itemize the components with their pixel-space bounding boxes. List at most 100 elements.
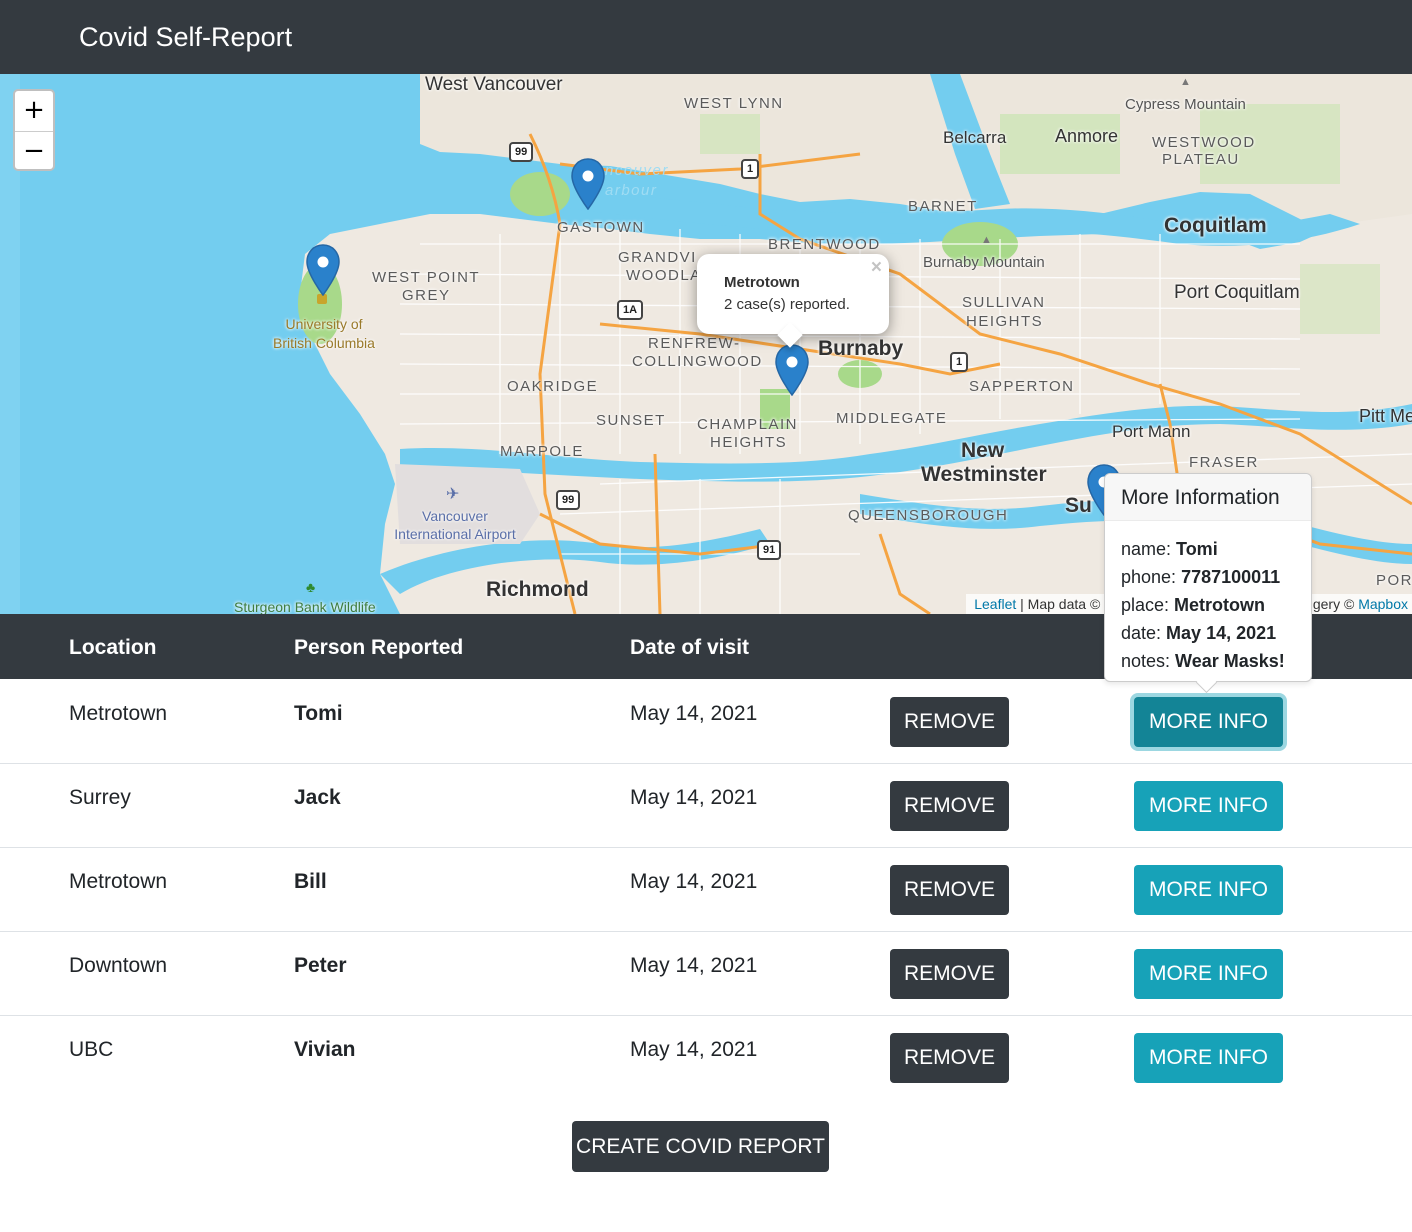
more-info-button[interactable]: MORE INFO xyxy=(1134,1033,1283,1083)
map-label-burnaby-mountain: Burnaby Mountain xyxy=(923,254,1045,271)
popover-name: Tomi xyxy=(1176,539,1218,559)
popover-date-label: date: xyxy=(1121,623,1167,643)
map-label-sapperton: SAPPERTON xyxy=(969,378,1075,395)
map-label-new-west-1: New xyxy=(961,439,1005,462)
remove-button[interactable]: REMOVE xyxy=(890,865,1009,915)
map-label-westwood-1: WESTWOOD xyxy=(1152,134,1256,151)
table-row: Metrotown Bill May 14, 2021 REMOVE MORE … xyxy=(0,848,1412,932)
navbar: Covid Self-Report xyxy=(0,0,1412,74)
cell-person: Tomi xyxy=(294,702,343,725)
zoom-control: + − xyxy=(13,89,55,171)
map-label-ubc-2: British Columbia xyxy=(273,335,375,351)
map-label-airport-1: Vancouver xyxy=(422,508,488,524)
cell-date: May 14, 2021 xyxy=(630,702,758,725)
more-info-button[interactable]: MORE INFO xyxy=(1134,697,1283,747)
cell-person: Vivian xyxy=(294,1038,356,1061)
table-row: UBC Vivian May 14, 2021 REMOVE MORE INFO xyxy=(0,1016,1412,1100)
map-label-west-vancouver: West Vancouver xyxy=(425,74,563,95)
navbar-brand[interactable]: Covid Self-Report xyxy=(79,22,292,53)
more-info-button[interactable]: MORE INFO xyxy=(1134,949,1283,999)
map-label-burnaby: Burnaby xyxy=(818,337,904,360)
map-label-champlain-1: CHAMPLAIN xyxy=(697,416,799,433)
map-label-middlegate: MIDDLEGATE xyxy=(836,410,948,427)
map-label-oakridge: OAKRIDGE xyxy=(507,378,599,395)
more-info-popover: More Information name: Tomi phone: 77871… xyxy=(1104,473,1312,694)
remove-button[interactable]: REMOVE xyxy=(890,949,1009,999)
map-label-port-mann: Port Mann xyxy=(1112,422,1191,441)
mountain-peak-icon: ▲ xyxy=(1180,76,1191,88)
popup-close-icon[interactable]: × xyxy=(871,257,882,279)
more-info-button[interactable]: MORE INFO xyxy=(1134,781,1283,831)
map-label-gastown: GASTOWN xyxy=(557,219,645,236)
attribution-imagery: gery © xyxy=(1312,596,1359,612)
map-label-fraser: FRASER xyxy=(1189,454,1259,471)
create-covid-report-button[interactable]: CREATE COVID REPORT xyxy=(572,1121,829,1172)
map-label-belcarra: Belcarra xyxy=(943,128,1007,147)
map-label-coquitlam: Coquitlam xyxy=(1164,214,1267,237)
popover-notes: Wear Masks! xyxy=(1175,651,1285,671)
popover-body: name: Tomi phone: 7787100011 place: Metr… xyxy=(1105,521,1311,675)
cell-date: May 14, 2021 xyxy=(630,954,758,977)
highway-shield-1-east: 1 xyxy=(950,352,969,372)
mapbox-link[interactable]: Mapbox xyxy=(1358,596,1408,612)
remove-button[interactable]: REMOVE xyxy=(890,1033,1009,1083)
header-person: Person Reported xyxy=(294,636,464,659)
map-label-grandview-2: WOODLA xyxy=(626,267,702,284)
map-label-grandview-1: GRANDVI xyxy=(618,249,697,266)
highway-shield-99-north: 99 xyxy=(509,142,534,162)
map-marker-ubc[interactable] xyxy=(305,244,341,296)
map-label-harbour-1: ncouver xyxy=(605,162,669,179)
map-label-sturgeon: Sturgeon Bank Wildlife xyxy=(234,599,376,614)
cell-location: Downtown xyxy=(69,954,168,977)
map-label-renfrew-2: COLLINGWOOD xyxy=(632,353,763,370)
popup-text: 2 case(s) reported. xyxy=(724,296,850,313)
header-date: Date of visit xyxy=(630,636,750,659)
table-row: Metrotown Tomi May 14, 2021 REMOVE MORE … xyxy=(0,680,1412,764)
map-label-sunset: SUNSET xyxy=(596,412,666,429)
highway-shield-91: 91 xyxy=(757,540,782,560)
popover-title: More Information xyxy=(1105,474,1311,521)
map-label-champlain-2: HEIGHTS xyxy=(710,434,788,451)
map-label-port-coquitlam: Port Coquitlam xyxy=(1174,282,1300,303)
map-label-sullivan-2: HEIGHTS xyxy=(966,313,1044,330)
highway-shield-1-north: 1 xyxy=(741,159,760,179)
map-marker-downtown[interactable] xyxy=(570,158,606,210)
map-label-harbour-2: arbour xyxy=(605,182,658,199)
map-label-pitt-meadows: Pitt Me xyxy=(1359,406,1412,426)
map-label-barnet: BARNET xyxy=(908,198,978,215)
map-label-wpg-2: GREY xyxy=(402,287,451,304)
leaflet-link[interactable]: Leaflet xyxy=(974,596,1016,612)
map-label-sullivan-1: SULLIVAN xyxy=(962,294,1046,311)
map-label-new-west-2: Westminster xyxy=(921,463,1047,486)
remove-button[interactable]: REMOVE xyxy=(890,697,1009,747)
map-label-anmore: Anmore xyxy=(1055,126,1119,146)
popover-notes-label: notes: xyxy=(1121,651,1176,671)
zoom-out-button[interactable]: − xyxy=(15,132,53,169)
cell-date: May 14, 2021 xyxy=(630,786,758,809)
popover-date: May 14, 2021 xyxy=(1166,623,1277,643)
map-label-west-lynn: WEST LYNN xyxy=(684,95,784,112)
more-info-button[interactable]: MORE INFO xyxy=(1134,865,1283,915)
remove-button[interactable]: REMOVE xyxy=(890,781,1009,831)
attribution-text: | Map data © xyxy=(1016,596,1105,612)
map-label-airport-2: International Airport xyxy=(394,526,516,542)
map-label-port: POR xyxy=(1376,572,1412,589)
map-label-brentwood: BRENTWOOD xyxy=(768,236,881,253)
map-label-cypress-mountain: Cypress Mountain xyxy=(1125,96,1246,113)
popover-phone: 7787100011 xyxy=(1181,567,1281,587)
cell-location: Metrotown xyxy=(69,702,168,725)
map-marker-metrotown[interactable] xyxy=(774,344,810,396)
cell-person: Bill xyxy=(294,870,327,893)
cell-location: Metrotown xyxy=(69,870,168,893)
map-label-westwood-2: PLATEAU xyxy=(1162,151,1240,168)
cell-person: Peter xyxy=(294,954,347,977)
cell-location: Surrey xyxy=(69,786,131,809)
map-popup: Metrotown 2 case(s) reported. × xyxy=(697,254,889,348)
mountain-peak-icon-2: ▲ xyxy=(981,234,992,246)
zoom-in-button[interactable]: + xyxy=(15,91,53,132)
popover-place: Metrotown xyxy=(1174,595,1266,615)
table-row: Downtown Peter May 14, 2021 REMOVE MORE … xyxy=(0,932,1412,1016)
table-row: Surrey Jack May 14, 2021 REMOVE MORE INF… xyxy=(0,764,1412,848)
map-label-queensborough: QUEENSBOROUGH xyxy=(848,507,1009,524)
cell-date: May 14, 2021 xyxy=(630,1038,758,1061)
